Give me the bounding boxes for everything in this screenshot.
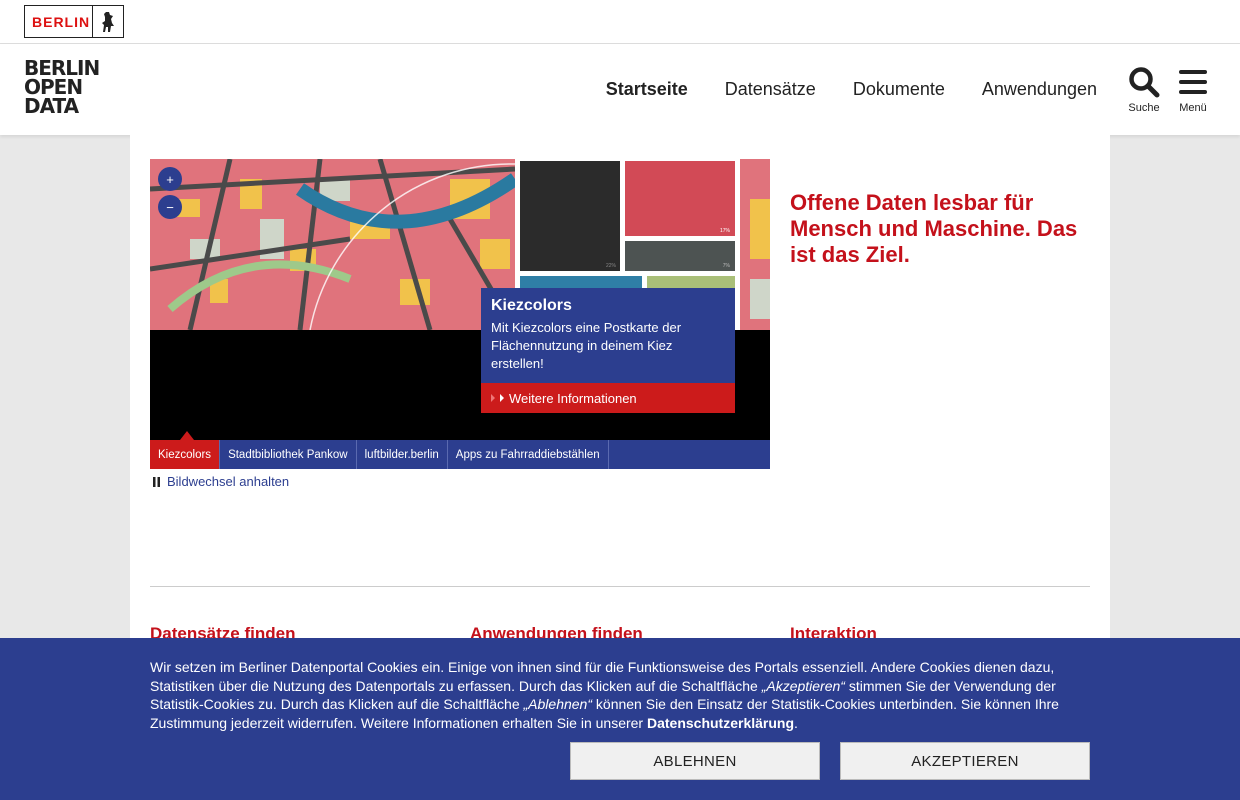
search-label: Suche [1128, 102, 1160, 114]
slide-info-box: Kiezcolors Mit Kiezcolors eine Postkarte… [481, 288, 735, 413]
treemap-label-3: 7% [723, 263, 731, 269]
berlin-open-data-logo[interactable]: BERLIN OPEN DATA [24, 58, 100, 118]
treemap-label-2: 22% [606, 263, 617, 269]
caret-right-icon [491, 394, 504, 402]
slider-tabs: Kiezcolors Stadtbibliothek Pankow luftbi… [150, 431, 770, 469]
search-button[interactable]: Suche [1128, 66, 1160, 114]
page-headline: Offene Daten lesbar für Mensch und Masch… [790, 190, 1078, 267]
privacy-policy-link[interactable]: Datenschutzerklärung [647, 715, 794, 731]
tab-fahrraddiebstaehle[interactable]: Apps zu Fahrraddiebstählen [448, 440, 609, 469]
cookie-message: Wir setzen im Berliner Datenportal Cooki… [150, 658, 1090, 732]
tab-kiezcolors[interactable]: Kiezcolors [150, 431, 221, 469]
nav-anwendungen[interactable]: Anwendungen [982, 79, 1097, 100]
search-icon [1129, 67, 1160, 98]
divider [150, 586, 1090, 587]
treemap-label-1: 17% [720, 228, 731, 234]
reject-cookies-button[interactable]: ABLEHNEN [570, 742, 820, 780]
site-header: BERLIN OPEN DATA Startseite Datensätze D… [0, 44, 1240, 135]
tab-luftbilder-berlin[interactable]: luftbilder.berlin [357, 440, 448, 469]
cookie-banner: Wir setzen im Berliner Datenportal Cooki… [0, 638, 1240, 800]
state-bar: BERLIN [0, 0, 1240, 44]
nav-datensaetze[interactable]: Datensätze [725, 79, 816, 100]
logo-line-3: DATA [24, 94, 79, 118]
menu-label: Menü [1179, 102, 1207, 114]
more-info-label: Weitere Informationen [509, 390, 637, 406]
more-info-link[interactable]: Weitere Informationen [481, 383, 735, 413]
tab-stadtbibliothek-pankow[interactable]: Stadtbibliothek Pankow [220, 440, 357, 469]
slide-title: Kiezcolors [491, 297, 572, 314]
slide-description: Mit Kiezcolors eine Postkarte der Fläche… [491, 320, 682, 371]
nav-dokumente[interactable]: Dokumente [853, 79, 945, 100]
berlin-logo-text: BERLIN [25, 6, 93, 37]
berlin-logo[interactable]: BERLIN [24, 5, 124, 38]
app-slider: 17% 22% 7% + − Kiezcolors Mit Kiezcolors… [150, 159, 770, 469]
main-nav: Startseite Datensätze Dokumente Anwendun… [606, 79, 1097, 100]
cookie-reject-quote: „Ablehnen“ [523, 696, 593, 712]
hamburger-icon [1179, 70, 1207, 94]
pause-slideshow-button[interactable]: Bildwechsel anhalten [152, 474, 289, 489]
pause-label: Bildwechsel anhalten [167, 474, 290, 489]
nav-startseite[interactable]: Startseite [606, 79, 688, 100]
zoom-in-button[interactable]: + [158, 167, 182, 191]
pause-icon [153, 476, 160, 487]
menu-button[interactable]: Menü [1178, 66, 1208, 114]
accept-cookies-button[interactable]: AKZEPTIEREN [840, 742, 1090, 780]
berlin-bear-icon [93, 11, 123, 33]
cookie-text-4: . [794, 714, 798, 731]
zoom-out-button[interactable]: − [158, 195, 182, 219]
cookie-accept-quote: „Akzeptieren“ [761, 677, 845, 694]
